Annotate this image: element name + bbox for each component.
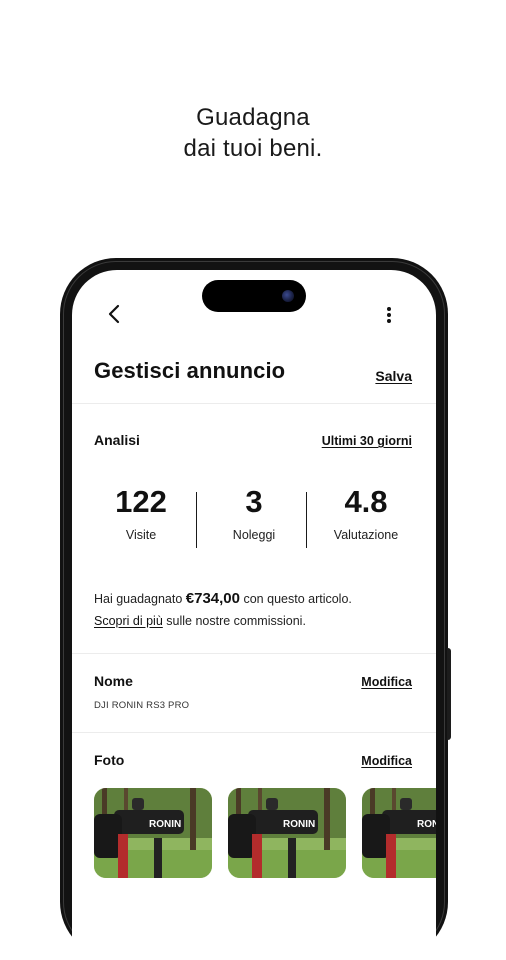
photo-thumbnail[interactable]: RONIN: [228, 788, 346, 878]
stat-label: Noleggi: [232, 528, 276, 542]
dynamic-island: [202, 280, 306, 312]
divider: [72, 653, 436, 654]
side-button: [447, 648, 451, 740]
photo-thumbnail[interactable]: RONIN: [94, 788, 212, 878]
brand-text: RONIN: [417, 819, 436, 830]
more-button[interactable]: [377, 302, 401, 328]
stat-rentals: 3 Noleggi: [199, 484, 309, 542]
chevron-left-icon: [108, 304, 120, 324]
headline-line-2: dai tuoi beni.: [183, 135, 323, 162]
commission-suffix: sulle nostre commissioni.: [166, 614, 306, 628]
stats-row: 122 Visite 3 Noleggi 4.8 Valutazione: [72, 484, 436, 552]
save-button[interactable]: Salva: [375, 368, 412, 384]
divider: [72, 403, 436, 404]
stat-value: 4.8: [344, 484, 388, 519]
earnings-suffix: con questo articolo.: [243, 592, 352, 606]
earnings-line: Hai guadagnato €734,00 con questo artico…: [94, 588, 424, 610]
more-vertical-icon: [387, 307, 391, 323]
phone-screen: Gestisci annuncio Salva Analisi Ultimi 3…: [72, 270, 436, 960]
photo-label: Foto: [94, 752, 125, 768]
stat-value: 3: [245, 484, 263, 519]
stat-value: 122: [115, 484, 167, 519]
page-title: Gestisci annuncio: [94, 358, 286, 383]
headline: Guadagna dai tuoi beni.: [0, 102, 506, 164]
camera-lens: [282, 290, 294, 302]
learn-more-link[interactable]: Scopri di più: [94, 614, 163, 628]
name-label: Nome: [94, 673, 133, 689]
name-value: DJI RONIN RS3 PRO: [94, 700, 190, 711]
divider: [72, 732, 436, 733]
headline-line-1: Guadagna: [196, 104, 310, 131]
analytics-label: Analisi: [94, 432, 140, 448]
stat-rating: 4.8 Valutazione: [311, 484, 421, 542]
stat-label: Visite: [125, 528, 157, 542]
earnings-amount: €734,00: [185, 590, 240, 607]
photo-thumbnail[interactable]: RONIN: [362, 788, 436, 878]
commission-line: Scopri di più sulle nostre commissioni.: [94, 610, 424, 632]
phone-frame: Gestisci annuncio Salva Analisi Ultimi 3…: [60, 258, 451, 960]
stat-separator: [306, 492, 307, 548]
brand-text: RONIN: [149, 819, 181, 830]
earnings-text: Hai guadagnato €734,00 con questo artico…: [94, 588, 424, 632]
earnings-prefix: Hai guadagnato: [94, 592, 183, 606]
edit-name-button[interactable]: Modifica: [361, 675, 412, 689]
brand-text: RONIN: [283, 819, 315, 830]
date-range-link[interactable]: Ultimi 30 giorni: [322, 434, 412, 448]
stat-separator: [196, 492, 197, 548]
back-button[interactable]: [102, 300, 128, 328]
stat-label: Valutazione: [333, 528, 399, 542]
gimbal-photo: RONIN: [362, 788, 436, 878]
gimbal-photo: RONIN: [228, 788, 346, 878]
gimbal-photo: RONIN: [94, 788, 212, 878]
edit-photos-button[interactable]: Modifica: [361, 754, 412, 768]
stat-visits: 122 Visite: [86, 484, 196, 542]
